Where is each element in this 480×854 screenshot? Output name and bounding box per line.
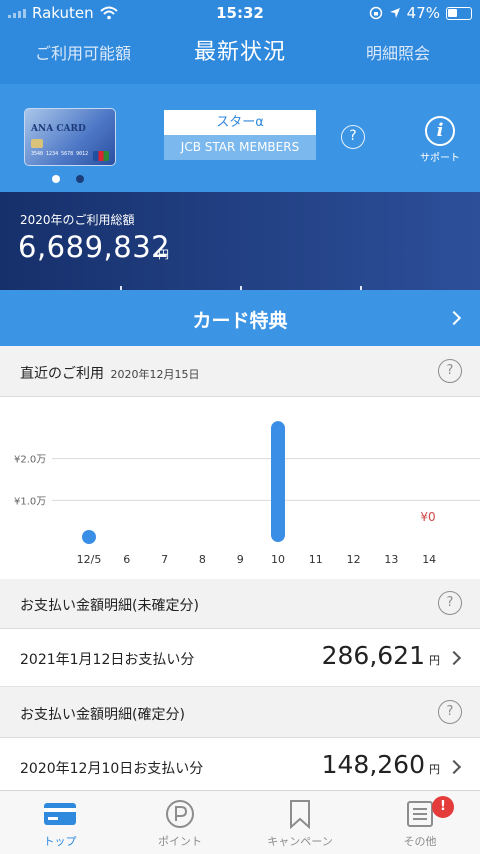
tab-campaign[interactable]: キャンペーン: [240, 799, 360, 849]
annual-total-amount: 6,689,832: [18, 230, 171, 264]
app-screen: Rakuten 15:32 47% ご利用可能額 最新状況 明細照会 ANA C…: [0, 0, 480, 854]
plan-program: JCB STAR MEMBERS: [164, 135, 316, 160]
x-tick-label: 12/5: [77, 553, 102, 566]
orientation-lock-icon: [369, 6, 382, 20]
annual-total-unit: 円: [158, 248, 169, 261]
confirmed-unit: 円: [429, 763, 440, 776]
tab-bar: トップ ポイント キャンペーン その他: [0, 790, 480, 854]
tab-label: トップ: [43, 835, 77, 848]
tab-top[interactable]: トップ: [0, 799, 120, 849]
battery-percent: 47%: [406, 4, 440, 22]
bar: [271, 421, 285, 542]
chevron-right-icon: [446, 650, 462, 666]
x-tick-label: 8: [199, 553, 206, 566]
recent-usage-title: 直近のご利用 2020年12月15日: [20, 363, 199, 383]
points-icon: [120, 799, 240, 829]
chevron-right-icon: [446, 759, 462, 775]
support-button[interactable]: i サポート: [414, 116, 466, 164]
status-bar: Rakuten 15:32 47%: [0, 0, 480, 26]
info-icon: i: [425, 116, 455, 146]
confirmed-date: 2020年12月10日お支払い分: [20, 761, 204, 777]
card-image[interactable]: ANA CARD 3540 1234 5678 9012: [24, 108, 116, 166]
y-tick-label: ¥2.0万: [14, 455, 46, 466]
unconfirmed-header: お支払い金額明細(未確定分) ?: [0, 579, 480, 629]
battery-icon: [446, 6, 472, 20]
member-plan: スターα JCB STAR MEMBERS: [164, 110, 316, 160]
unconfirmed-unit: 円: [429, 654, 440, 667]
recent-usage-help-icon[interactable]: ?: [438, 359, 462, 383]
card-benefits-button[interactable]: カード特典: [0, 290, 480, 346]
x-tick-label: 7: [161, 553, 168, 566]
recent-usage-date: 2020年12月15日: [110, 368, 200, 381]
statement-link[interactable]: 明細照会: [366, 40, 430, 64]
annual-total: 2020年のご利用総額 6,689,832 円: [0, 192, 480, 290]
x-tick-label: 9: [237, 553, 244, 566]
confirmed-amount: 148,260: [321, 750, 425, 779]
data-point: [82, 530, 96, 544]
x-tick-label: 11: [309, 553, 323, 566]
card-brand: ANA CARD: [31, 124, 86, 134]
recent-usage-header: 直近のご利用 2020年12月15日 ?: [0, 347, 480, 397]
x-tick-label: 10: [271, 553, 285, 566]
confirmed-payment-row[interactable]: 2020年12月10日お支払い分 148,260 円: [0, 738, 480, 796]
recent-usage-title-text: 直近のご利用: [20, 366, 104, 382]
unconfirmed-amount-wrap: 286,621 円: [322, 641, 440, 670]
notification-badge: !: [432, 796, 454, 818]
unconfirmed-date: 2021年1月12日お支払い分: [20, 652, 195, 668]
tab-label: キャンペーン: [267, 835, 333, 848]
jcb-logo-icon: [93, 151, 109, 161]
x-tick-label: 13: [384, 553, 398, 566]
x-tick-label: 6: [123, 553, 130, 566]
carousel-dots[interactable]: [52, 175, 84, 183]
bookmark-icon: [240, 799, 360, 830]
plan-name: スターα: [164, 110, 316, 135]
unconfirmed-amount: 286,621: [321, 641, 425, 670]
support-label: サポート: [420, 153, 460, 164]
carousel-dot-1[interactable]: [52, 175, 60, 183]
recent-usage-chart: ¥2.0万 ¥1.0万 12/5 6 7 8 9 10 11 12 13 14 ¥0: [0, 397, 480, 579]
x-tick-label: 14: [422, 553, 436, 566]
card-number: 3540 1234 5678 9012: [31, 151, 89, 157]
confirmed-amount-wrap: 148,260 円: [322, 750, 440, 779]
card-section: ANA CARD 3540 1234 5678 9012 スターα JCB ST…: [0, 84, 480, 192]
status-right: 47%: [369, 4, 472, 22]
list-icon: [360, 799, 480, 829]
tab-points[interactable]: ポイント: [120, 799, 240, 849]
carousel-dot-2[interactable]: [76, 175, 84, 183]
usage-chart-svg: ¥2.0万 ¥1.0万 12/5 6 7 8 9 10 11 12 13 14 ¥0: [14, 421, 480, 566]
latest-value-label: ¥0: [420, 510, 435, 524]
unconfirmed-title: お支払い金額明細(未確定分): [20, 598, 199, 614]
card-chip: [31, 139, 43, 148]
x-tick-label: 12: [347, 553, 361, 566]
confirmed-header: お支払い金額明細(確定分) ?: [0, 688, 480, 738]
confirmed-title: お支払い金額明細(確定分): [20, 707, 185, 723]
tab-label: ポイント: [158, 835, 202, 848]
plan-help-icon[interactable]: ?: [341, 125, 365, 149]
confirmed-help-icon[interactable]: ?: [438, 700, 462, 724]
location-icon: [389, 8, 400, 18]
header: Rakuten 15:32 47% ご利用可能額 最新状況 明細照会: [0, 0, 480, 84]
annual-total-caption: 2020年のご利用総額: [20, 213, 135, 227]
tab-other[interactable]: その他: [360, 799, 480, 849]
y-tick-label: ¥1.0万: [14, 496, 46, 507]
tab-label: その他: [403, 835, 437, 848]
unconfirmed-help-icon[interactable]: ?: [438, 591, 462, 615]
top-nav: ご利用可能額 最新状況 明細照会: [0, 30, 480, 74]
card-benefits-label: カード特典: [192, 310, 288, 332]
card-icon: [0, 799, 120, 829]
unconfirmed-payment-row[interactable]: 2021年1月12日お支払い分 286,621 円: [0, 629, 480, 687]
